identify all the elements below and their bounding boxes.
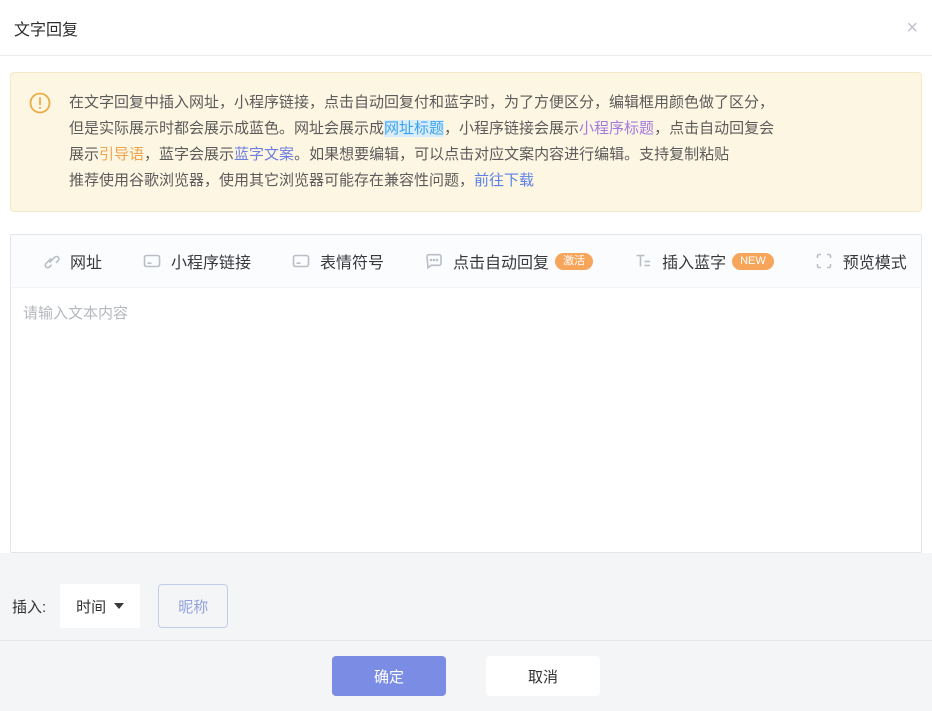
time-dropdown-label: 时间	[76, 596, 106, 617]
reply-text-input[interactable]	[11, 288, 921, 552]
new-badge: NEW	[732, 253, 774, 270]
notice-line4-pre: 推荐使用谷歌浏览器，使用其它浏览器可能存在兼容性问题，	[69, 172, 474, 189]
cancel-button[interactable]: 取消	[486, 656, 600, 696]
insert-label: 插入:	[12, 596, 46, 617]
dialog-footer: 确定 取消	[0, 640, 932, 711]
toolbar-autoreply-button[interactable]: 点击自动回复 激活	[424, 249, 593, 273]
toolbar-url-button[interactable]: 网址	[41, 249, 102, 273]
nickname-button[interactable]: 昵称	[158, 584, 228, 628]
preview-frame-icon	[814, 251, 834, 271]
toolbar-emoji-button[interactable]: 表情符号	[291, 249, 384, 273]
activated-badge: 激活	[555, 253, 593, 270]
speech-bubble-icon	[424, 251, 444, 271]
guide-text-token[interactable]: 引导语	[99, 146, 144, 163]
chevron-down-icon	[114, 603, 124, 609]
url-title-token[interactable]: 网址标题	[384, 120, 444, 137]
toolbar-miniprogram-button[interactable]: 小程序链接	[142, 249, 251, 273]
miniprogram-title-token[interactable]: 小程序标题	[579, 120, 654, 137]
notice-line1-text: 在文字回复中插入网址，小程序链接，点击自动回复付和蓝字时，为了方便区分，编辑框用…	[69, 94, 774, 111]
notice-line2-mid: ，小程序链接会展示	[444, 120, 579, 137]
notice-line3-mid: ，蓝字会展示	[144, 146, 234, 163]
toolbar-bluetext-label: 插入蓝字	[662, 249, 726, 273]
notice-text: 在文字回复中插入网址，小程序链接，点击自动回复付和蓝字时，为了方便区分，编辑框用…	[69, 90, 774, 194]
notice-line-4: 推荐使用谷歌浏览器，使用其它浏览器可能存在兼容性问题，前往下载	[69, 168, 774, 194]
notice-banner: 在文字回复中插入网址，小程序链接，点击自动回复付和蓝字时，为了方便区分，编辑框用…	[10, 72, 922, 212]
dialog-title: 文字回复	[14, 16, 78, 40]
notice-line2-pre: 但是实际展示时都会展示成蓝色。网址会展示成	[69, 120, 384, 137]
info-exclamation-icon	[29, 92, 51, 194]
toolbar-preview-button[interactable]: 预览模式	[814, 249, 907, 273]
toolbar-preview-label: 预览模式	[843, 249, 907, 273]
insert-bluetext-icon	[633, 251, 653, 271]
notice-line3-post: 。如果想要编辑，可以点击对应文案内容进行编辑。支持复制粘贴	[294, 146, 729, 163]
notice-line-1: 在文字回复中插入网址，小程序链接，点击自动回复付和蓝字时，为了方便区分，编辑框用…	[69, 90, 774, 116]
notice-icon-column	[11, 90, 69, 194]
time-dropdown[interactable]: 时间	[60, 584, 140, 628]
toolbar-url-label: 网址	[70, 249, 102, 273]
miniprogram-card-icon	[142, 251, 162, 271]
text-reply-dialog: 文字回复 × 在文字回复中插入网址，小程序链接，点击自动回复付和蓝字时，为了方便…	[0, 0, 932, 711]
toolbar-emoji-label: 表情符号	[320, 249, 384, 273]
notice-line3-pre: 展示	[69, 146, 99, 163]
download-link[interactable]: 前往下载	[474, 172, 534, 189]
notice-line-3: 展示引导语，蓝字会展示蓝字文案。如果想要编辑，可以点击对应文案内容进行编辑。支持…	[69, 142, 774, 168]
toolbar-bluetext-button[interactable]: 插入蓝字 NEW	[633, 249, 774, 273]
toolbar-miniprogram-label: 小程序链接	[171, 249, 251, 273]
reply-editor: 网址 小程序链接 表情符号	[10, 234, 922, 553]
dialog-header: 文字回复 ×	[0, 0, 932, 56]
insert-variable-row: 插入: 时间 昵称	[0, 553, 932, 628]
bluetext-copy-token[interactable]: 蓝字文案	[234, 146, 294, 163]
emoji-card-icon	[291, 251, 311, 271]
editor-toolbar: 网址 小程序链接 表情符号	[11, 235, 921, 288]
close-icon[interactable]: ×	[906, 18, 918, 38]
dialog-bottom-section: 插入: 时间 昵称 确定 取消	[0, 553, 932, 711]
notice-line-2: 但是实际展示时都会展示成蓝色。网址会展示成网址标题，小程序链接会展示小程序标题，…	[69, 116, 774, 142]
confirm-button[interactable]: 确定	[332, 656, 446, 696]
toolbar-autoreply-label: 点击自动回复	[453, 249, 549, 273]
link-icon	[41, 251, 61, 271]
notice-line2-post: ，点击自动回复会	[654, 120, 774, 137]
